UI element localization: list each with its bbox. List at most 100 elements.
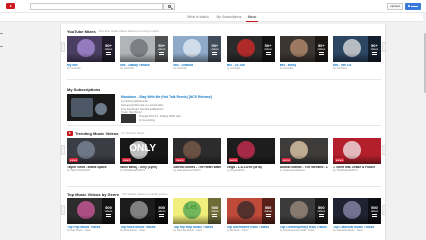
playlist-count-overlay: 500 videos bbox=[102, 198, 115, 224]
video-thumbnail[interactable]: 50+ videos bbox=[332, 36, 381, 62]
vevo-badge: vevo bbox=[175, 158, 185, 162]
section-youtube-mixes: YouTube Mixes Non-stop music videos base… bbox=[61, 28, 387, 72]
carousel-prev-button[interactable] bbox=[61, 42, 65, 52]
channel-name: by SelenaGomezVEVO bbox=[173, 169, 201, 173]
channel-name: by TheWeekndVEVO bbox=[332, 169, 358, 173]
playlist-card[interactable]: Let 500 videos Top Hip Hop Music Tracks by H… bbox=[173, 198, 222, 233]
channel-name: by FergieVEVO bbox=[226, 169, 245, 173]
video-thumbnail[interactable]: vevo bbox=[332, 138, 381, 164]
section-subtitle: The hottest videos in popular genres bbox=[122, 192, 168, 196]
section-title: Trending Music Videos bbox=[75, 130, 119, 136]
music-feed: YouTube Mixes Non-stop music videos base… bbox=[60, 24, 386, 240]
section-subtitle: Non-stop music videos based on a song or… bbox=[98, 29, 159, 33]
playlist-card[interactable]: 50+ videos Mix - Shakira by YouTube bbox=[173, 36, 222, 71]
channel-name: by Classical Music - Topic bbox=[332, 229, 363, 233]
search-input[interactable] bbox=[30, 3, 163, 10]
video-card[interactable]: ONLY vevo Nicki Minaj - Only (Lyric) by Nic… bbox=[120, 138, 169, 173]
video-title-link[interactable]: Mandrum - Stay With Me (Hot Talk Remix) … bbox=[121, 95, 212, 99]
playlist-icon bbox=[371, 214, 377, 217]
carousel-next-button[interactable] bbox=[382, 145, 386, 155]
playlist-count-overlay: 500 videos bbox=[367, 198, 381, 224]
playlist-card[interactable]: 50+ videos Mix - Wh Co by YouTube bbox=[332, 36, 381, 71]
video-card[interactable]: vevo Taylor Swift - Blank Space by TaylorS… bbox=[67, 138, 115, 173]
vevo-badge: vevo bbox=[122, 158, 132, 162]
video-thumbnail[interactable]: Let 500 videos bbox=[173, 198, 222, 224]
upload-button[interactable]: Upload bbox=[387, 3, 403, 10]
playlist-count-overlay: 50+ videos bbox=[367, 36, 381, 62]
video-thumbnail[interactable]: vevo bbox=[279, 138, 328, 164]
playlist-count-overlay: 500 videos bbox=[314, 198, 328, 224]
playlist-icon bbox=[318, 214, 324, 217]
channel-name: by NickiMinajAtVEVO bbox=[120, 169, 146, 173]
playlist-icon bbox=[159, 52, 165, 55]
video-thumbnail[interactable]: 500 videos bbox=[67, 198, 115, 224]
playlist-icon bbox=[265, 52, 271, 55]
channel-name: by ArianaGrandeVevo bbox=[279, 169, 305, 173]
playlist-card[interactable]: 500 videos Top Contemporary R&B Tracks by C… bbox=[279, 198, 328, 233]
video-thumbnail[interactable]: vevo bbox=[226, 138, 275, 164]
tab-music[interactable]: Music bbox=[246, 15, 258, 22]
tab-my-subscriptions[interactable]: My Subscriptions bbox=[214, 15, 244, 22]
section-trending: Trending Music Videos by YouTube Music v… bbox=[61, 130, 387, 180]
video-card[interactable]: vevoAriana Grande - The Weeknd - Love Me… bbox=[279, 138, 328, 173]
carousel-next-button[interactable] bbox=[382, 205, 386, 215]
video-thumbnail[interactable]: 500 videos bbox=[332, 198, 381, 224]
masthead: Upload bbox=[0, 0, 426, 13]
vevo-badge: vevo bbox=[69, 158, 79, 162]
video-thumbnail[interactable]: vevo bbox=[67, 138, 115, 164]
carousel-prev-button[interactable] bbox=[61, 205, 65, 215]
playlist-icon bbox=[159, 214, 165, 217]
channel-link[interactable]: by NoCopyrightSounds bbox=[121, 100, 148, 103]
user-icon bbox=[408, 5, 410, 7]
video-thumbnail[interactable]: 50+ videos bbox=[173, 36, 222, 62]
playlist-count-overlay: 50+ videos bbox=[208, 36, 222, 62]
playlist-icon bbox=[265, 214, 271, 217]
playlist-icon bbox=[106, 52, 111, 55]
video-thumbnail[interactable]: 500 videos bbox=[226, 198, 275, 224]
search-button[interactable] bbox=[163, 3, 175, 10]
channel-name: by Alt Rock - Topic bbox=[226, 229, 248, 233]
video-thumbnail[interactable]: 50+ videos bbox=[67, 36, 115, 62]
guide-menu-icon[interactable] bbox=[0, 33, 3, 34]
video-thumbnail[interactable]: 50+ videos bbox=[120, 36, 169, 62]
video-thumbnail[interactable]: ONLY vevo bbox=[120, 138, 169, 164]
section-title: My Subscriptions bbox=[67, 86, 101, 92]
playlist-card[interactable]: 50+ videos Mix - Daddy Yankee by YouTube bbox=[120, 36, 169, 71]
video-thumbnail[interactable]: vevo bbox=[173, 138, 222, 164]
playlist-count-overlay: 500 videos bbox=[261, 198, 275, 224]
playlist-card[interactable]: 500 videos Top Classical Music Tracks by Cl… bbox=[332, 198, 381, 233]
scrollbar-thumb[interactable] bbox=[423, 33, 426, 93]
video-thumbnail[interactable]: 500 videos bbox=[120, 198, 169, 224]
playlist-card[interactable]: 500 videos Top Rock Music Tracks by Rock Mu… bbox=[120, 198, 169, 233]
channel-name: by YouTube bbox=[173, 67, 187, 71]
playlist-icon bbox=[318, 52, 324, 55]
playlist-count-overlay: 50+ videos bbox=[314, 36, 328, 62]
sign-in-button[interactable] bbox=[405, 3, 421, 10]
playlist-card[interactable]: 500 videos Top Alternative Rock Tracks by A… bbox=[226, 198, 275, 233]
playlist-card[interactable]: 50+ videos My Mix by YouTube bbox=[67, 36, 115, 71]
playlist-card[interactable]: 50+ videos Mix - Moby by YouTube bbox=[279, 36, 328, 71]
channel-name: by Pop Music - Topic bbox=[67, 229, 91, 233]
tab-what-to-watch[interactable]: What to Watch bbox=[184, 15, 212, 22]
playlist-icon bbox=[212, 214, 218, 217]
video-card[interactable]: vevo Tinga - L.A.LOVE (la la) by FergieVEV… bbox=[226, 138, 275, 173]
channel-tabs: What to Watch My Subscriptions Music bbox=[0, 13, 426, 22]
video-card[interactable]: vevo T. Swift feat. Drake & Future by TheW… bbox=[332, 138, 381, 173]
video-thumbnail[interactable]: 50+ videos bbox=[279, 36, 328, 62]
channel-name: by YouTube bbox=[332, 67, 347, 71]
carousel-next-button[interactable] bbox=[382, 42, 386, 52]
video-thumbnail[interactable]: 50+ videos bbox=[226, 36, 275, 62]
trending-icon bbox=[67, 130, 73, 136]
playlist-card[interactable]: 500 videos Top Pop Music Tracks by Pop Musi… bbox=[67, 198, 115, 233]
video-card[interactable]: vevoSelena Gomez - The Heart Wants What … bbox=[173, 138, 222, 173]
section-title: Top Music Videos by Genre bbox=[67, 191, 120, 197]
youtube-logo-icon[interactable] bbox=[6, 3, 15, 9]
channel-name: by Rock Music - Topic bbox=[120, 229, 146, 233]
video-thumbnail[interactable]: 500 videos bbox=[279, 198, 328, 224]
related-thumbnail[interactable] bbox=[121, 114, 136, 123]
playlist-count-overlay: 50+ videos bbox=[261, 36, 275, 62]
carousel-prev-button[interactable] bbox=[61, 145, 65, 155]
channel-name: by Contemporary R&B - Topic bbox=[279, 229, 315, 233]
playlist-card[interactable]: 50+ videos Mix - Lil Jon by YouTube bbox=[226, 36, 275, 71]
video-thumbnail[interactable] bbox=[67, 94, 115, 121]
